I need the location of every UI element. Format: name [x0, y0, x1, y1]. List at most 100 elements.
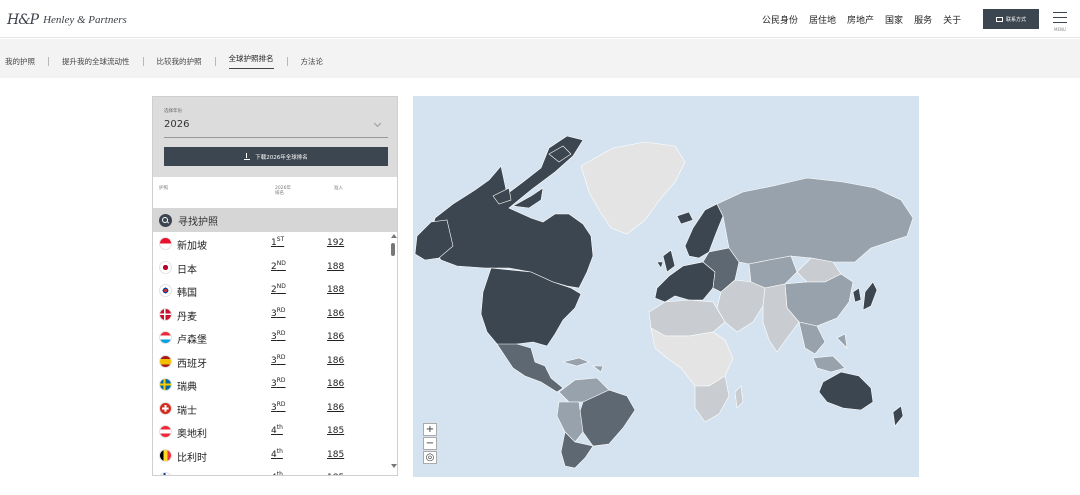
rank-link[interactable]: 4th [271, 448, 283, 460]
download-ranking-button[interactable]: 下载2026年全球排名 [164, 147, 388, 166]
rank-link[interactable]: 3RD [271, 330, 286, 342]
menu-button[interactable]: MENU [1053, 12, 1067, 32]
rank-suffix: ST [276, 236, 285, 243]
scrollbar[interactable] [390, 232, 397, 475]
country-name[interactable]: 奥地利 [177, 425, 207, 440]
subnav-compare-passport[interactable]: 比较我的护照 [157, 56, 202, 67]
rank-link[interactable]: 3RD [271, 377, 286, 389]
country-name[interactable]: 日本 [177, 261, 197, 276]
region-southeast-asia[interactable] [798, 321, 848, 373]
logo-text: Henley & Partners [43, 14, 127, 26]
passport-row[interactable]: 丹麦 3RD 186 [153, 303, 389, 327]
world-map[interactable]: + − ◎ [413, 96, 919, 477]
col-rank[interactable]: 2026年 排名 [275, 186, 291, 196]
passport-row[interactable]: 瑞士 3RD 186 [153, 397, 389, 421]
logo[interactable]: H&P Henley & Partners [7, 10, 127, 30]
passport-row[interactable]: 瑞典 3RD 186 [153, 373, 389, 397]
passport-row[interactable]: 日本 2ND 188 [153, 256, 389, 280]
country-name[interactable]: 卢森堡 [177, 331, 207, 346]
access-count[interactable]: 188 [327, 285, 344, 295]
rank-link[interactable]: 3RD [271, 401, 286, 413]
access-count[interactable]: 185 [327, 473, 344, 475]
country-name[interactable]: 韩国 [177, 284, 197, 299]
search-icon [159, 213, 172, 227]
col-access[interactable]: 准入 [334, 186, 343, 191]
rank-link[interactable]: 3RD [271, 307, 286, 319]
nav-services[interactable]: 服务 [914, 13, 932, 26]
scroll-thumb[interactable] [391, 243, 395, 256]
zoom-in-button[interactable]: + [423, 423, 437, 436]
subnav-global-ranking[interactable]: 全球护照排名 [228, 53, 274, 69]
region-iceland[interactable] [676, 211, 694, 225]
country-name[interactable]: 新加坡 [177, 237, 207, 252]
contact-button[interactable]: 联系方式 [983, 9, 1039, 29]
mail-icon [995, 16, 1003, 22]
country-name[interactable]: 比利时 [177, 449, 207, 464]
flag-icon [159, 331, 172, 344]
year-select[interactable]: 2026 [164, 119, 189, 130]
subnav-methodology[interactable]: 方法论 [301, 56, 324, 67]
rank-link[interactable]: 4th [271, 471, 283, 475]
nav-real-estate[interactable]: 房地产 [847, 13, 874, 26]
region-greenland[interactable] [580, 141, 686, 235]
region-north-africa[interactable] [648, 299, 726, 337]
nav-citizenship[interactable]: 公民身份 [762, 13, 798, 26]
country-name[interactable]: 瑞士 [177, 402, 197, 417]
passport-row[interactable]: 西班牙 3RD 186 [153, 350, 389, 374]
passport-list: 新加坡 1ST 192 日本 2ND 188 韩国 2ND 188 丹麦 3RD 186 卢森堡 3RD 1… [153, 232, 389, 475]
world-map-svg [414, 135, 914, 469]
subnav-my-passport[interactable]: 我的护照 [5, 56, 35, 67]
rank-link[interactable]: 1ST [271, 236, 284, 248]
passport-row[interactable]: 韩国 2ND 188 [153, 279, 389, 303]
region-madagascar[interactable] [734, 385, 744, 409]
rank-link[interactable]: 2ND [271, 283, 286, 295]
nav-countries[interactable]: 国家 [885, 13, 903, 26]
region-scandinavia[interactable] [684, 203, 724, 259]
passport-row[interactable]: 新加坡 1ST 192 [153, 232, 389, 256]
chevron-down-icon[interactable] [373, 119, 382, 128]
region-australia[interactable] [818, 371, 874, 411]
access-count[interactable]: 185 [327, 426, 344, 436]
country-name[interactable]: 丹麦 [177, 308, 197, 323]
country-name[interactable]: 瑞典 [177, 378, 197, 393]
region-peru-bolivia[interactable] [556, 401, 584, 443]
region-japan[interactable] [862, 281, 878, 311]
nav-residence[interactable]: 居住地 [809, 13, 836, 26]
passport-search[interactable]: 寻找护照 [153, 208, 397, 232]
access-count[interactable]: 192 [327, 238, 344, 248]
access-count[interactable]: 186 [327, 379, 344, 389]
rank-link[interactable]: 2ND [271, 260, 286, 272]
access-count[interactable]: 186 [327, 309, 344, 319]
region-korea[interactable] [852, 287, 862, 303]
scroll-down-icon[interactable] [391, 464, 397, 468]
passport-row[interactable]: 芬兰 4th 185 [153, 467, 389, 475]
region-new-zealand[interactable] [892, 405, 904, 427]
access-count[interactable]: 188 [327, 262, 344, 272]
access-count[interactable]: 186 [327, 332, 344, 342]
access-count[interactable]: 186 [327, 403, 344, 413]
col-passport[interactable]: 护照 [159, 186, 168, 191]
region-central-africa[interactable] [650, 327, 734, 387]
access-count[interactable]: 185 [327, 450, 344, 460]
zoom-out-button[interactable]: − [423, 437, 437, 450]
country-name[interactable]: 西班牙 [177, 355, 207, 370]
nav-about[interactable]: 关于 [943, 13, 961, 26]
flag-icon [159, 284, 172, 297]
reset-view-button[interactable]: ◎ [423, 451, 437, 464]
country-name[interactable]: 芬兰 [177, 472, 197, 475]
region-uk[interactable] [656, 249, 676, 273]
rank-link[interactable]: 4th [271, 424, 283, 436]
rank-link[interactable]: 3RD [271, 354, 286, 366]
access-count[interactable]: 186 [327, 356, 344, 366]
region-russia[interactable] [716, 177, 914, 265]
region-mexico[interactable] [496, 343, 564, 393]
passport-row[interactable]: 奥地利 4th 185 [153, 420, 389, 444]
passport-row[interactable]: 卢森堡 3RD 186 [153, 326, 389, 350]
subnav-improve-mobility[interactable]: 提升我的全球流动性 [62, 56, 130, 67]
scroll-up-icon[interactable] [391, 234, 397, 238]
region-western-europe[interactable] [654, 261, 716, 303]
region-caribbean[interactable] [561, 357, 604, 373]
year-selector-area: 选择年份 2026 下载2026年全球排名 [153, 97, 397, 177]
passport-row[interactable]: 比利时 4th 185 [153, 444, 389, 468]
region-canada[interactable] [428, 135, 594, 289]
